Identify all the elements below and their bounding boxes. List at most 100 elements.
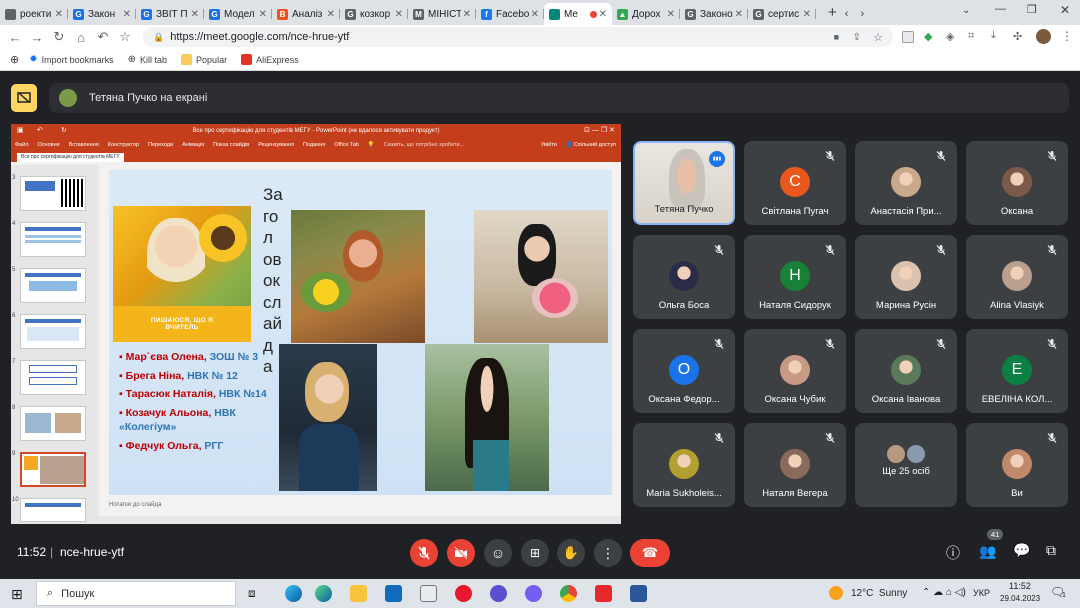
media-icon[interactable]: [490, 585, 507, 602]
participant-tile[interactable]: Оксана: [966, 141, 1068, 225]
tab-close-icon[interactable]: ✕: [803, 9, 811, 20]
minimize-button[interactable]: —: [995, 3, 1006, 15]
participant-tile[interactable]: Ольга Боса: [633, 235, 735, 319]
raise-hand-button[interactable]: ✋: [557, 539, 585, 567]
chat-icon[interactable]: 💬: [1013, 542, 1030, 559]
bookmark-popular[interactable]: Popular: [181, 54, 227, 65]
browser-tab[interactable]: ▲ Дорох ✕: [612, 3, 680, 25]
participant-tile[interactable]: Ви: [966, 423, 1068, 507]
bookmark-import[interactable]: ✹ Import bookmarks: [29, 54, 113, 65]
maximize-button[interactable]: ❐: [1027, 3, 1037, 16]
browser-tab[interactable]: роекти ✕: [0, 3, 68, 25]
edge-icon-2[interactable]: [315, 585, 332, 602]
participant-tile[interactable]: Е ЕВЕЛІНА КОЛ...: [966, 329, 1068, 413]
tab-close-icon[interactable]: ✕: [463, 9, 471, 20]
browser-tab[interactable]: M МІНІСТ ✕: [408, 3, 476, 25]
browser-tab[interactable]: G Закон ✕: [68, 3, 136, 25]
apps-icon[interactable]: ⊕: [10, 53, 19, 66]
mail-icon[interactable]: [385, 585, 402, 602]
home-icon[interactable]: ⌂: [70, 30, 92, 45]
bookmark-star-icon[interactable]: ☆: [114, 29, 136, 45]
tab-close-icon[interactable]: ✕: [191, 9, 199, 20]
camera-off-button[interactable]: [447, 539, 475, 567]
participant-tile[interactable]: Maria Sukholeis...: [633, 423, 735, 507]
more-options-button[interactable]: ⋮: [594, 539, 622, 567]
menu-dots-icon[interactable]: ⋮: [1061, 29, 1073, 43]
taskbar-search[interactable]: ⌕ Пошук: [36, 581, 236, 606]
reload-icon[interactable]: ↻: [48, 29, 70, 45]
participant-tile[interactable]: Марина Русін: [855, 235, 957, 319]
crop-icon[interactable]: ⌗: [968, 30, 974, 43]
extension-1-icon[interactable]: [902, 31, 914, 43]
clock-date[interactable]: 29.04.2023: [1000, 594, 1040, 603]
participant-tile[interactable]: С Світлана Пугач: [744, 141, 846, 225]
antivirus-icon[interactable]: [595, 585, 612, 602]
participant-tile[interactable]: О Оксана Федор...: [633, 329, 735, 413]
store-icon[interactable]: [420, 585, 437, 602]
participant-tile[interactable]: Анастасія При...: [855, 141, 957, 225]
new-tab-button[interactable]: +: [828, 4, 837, 21]
participant-tile[interactable]: Н Наталя Сидорук: [744, 235, 846, 319]
browser-tab[interactable]: G Законо ✕: [680, 3, 748, 25]
bookmark-aliexpress[interactable]: AliExpress: [241, 54, 299, 65]
task-view-icon[interactable]: ⧈: [248, 586, 256, 601]
browser-tab[interactable]: Gкозкор ✕: [340, 3, 408, 25]
clock-time[interactable]: 11:52: [1009, 581, 1031, 591]
edge-icon[interactable]: [285, 585, 302, 602]
windows-start-icon[interactable]: ⊞: [11, 586, 23, 603]
word-icon[interactable]: [630, 585, 647, 602]
share-icon[interactable]: ⇪: [853, 32, 861, 43]
extension-3-icon[interactable]: ◈: [946, 30, 954, 43]
people-button[interactable]: 👥 41: [979, 529, 1004, 560]
puzzle-icon[interactable]: ✣: [1013, 30, 1022, 43]
participant-tile[interactable]: Ще 25 осіб: [855, 423, 957, 507]
weather-text[interactable]: 12°C Sunny: [851, 588, 907, 599]
chrome-icon[interactable]: [560, 585, 577, 602]
browser-tab[interactable]: G ЗВІТ П ✕: [136, 3, 204, 25]
emoji-button[interactable]: ☺: [484, 539, 512, 567]
slide-scrollbar[interactable]: [613, 170, 619, 495]
tab-close-icon[interactable]: ✕: [259, 9, 267, 20]
file-explorer-icon[interactable]: [350, 585, 367, 602]
opera-icon[interactable]: [455, 585, 472, 602]
mic-off-button[interactable]: [410, 539, 438, 567]
browser-tab[interactable]: B Аналіз ✕: [272, 3, 340, 25]
extension-2-icon[interactable]: ◆: [924, 30, 932, 43]
profile-avatar[interactable]: [1036, 29, 1051, 44]
slide-notes[interactable]: Нотатки до слайда: [99, 498, 621, 516]
camera-icon[interactable]: ■: [834, 32, 839, 42]
participant-tile[interactable]: Оксана Іванова: [855, 329, 957, 413]
participant-tile[interactable]: ▮▮▮ Тетяна Пучко: [633, 141, 735, 225]
browser-tab[interactable]: G Модел ✕: [204, 3, 272, 25]
star-icon[interactable]: ☆: [873, 31, 883, 44]
tab-scroll-left-icon[interactable]: ‹: [845, 8, 849, 20]
tray-icons[interactable]: ⌃ ☁ ⌂ ◁): [922, 587, 966, 598]
language-indicator[interactable]: УКР: [973, 588, 990, 598]
tab-close-icon[interactable]: ✕: [55, 9, 63, 20]
forward-icon[interactable]: →: [26, 30, 48, 45]
participant-tile[interactable]: Alina Vlasiyk: [966, 235, 1068, 319]
download-icon[interactable]: ⤓: [991, 29, 996, 42]
back-icon[interactable]: ←: [4, 30, 26, 45]
browser-tab[interactable]: Gсертис ✕: [748, 3, 816, 25]
presentation-icon[interactable]: [11, 84, 37, 112]
browser-tab[interactable]: Me ✕: [544, 3, 612, 25]
weather-icon[interactable]: [829, 586, 843, 600]
viber-icon[interactable]: [525, 585, 542, 602]
close-window-button[interactable]: ✕: [1060, 3, 1070, 17]
participant-tile[interactable]: Наталя Вегера: [744, 423, 846, 507]
participant-tile[interactable]: Оксана Чубик: [744, 329, 846, 413]
info-icon[interactable]: ⓘ: [946, 543, 960, 563]
tab-close-icon[interactable]: ✕: [667, 9, 675, 20]
tab-close-icon[interactable]: ✕: [395, 9, 403, 20]
tab-close-icon[interactable]: ✕: [123, 9, 131, 20]
activities-icon[interactable]: ⧉: [1046, 542, 1056, 559]
leave-call-button[interactable]: ☎: [630, 539, 670, 567]
present-button[interactable]: ⊞: [521, 539, 549, 567]
tab-close-icon[interactable]: ✕: [327, 9, 335, 20]
undo-icon[interactable]: ↶: [92, 29, 114, 45]
tab-search-icon[interactable]: ⌄: [962, 5, 970, 16]
bookmark-kill-tab[interactable]: ⊕ Kill tab: [128, 54, 167, 65]
tab-close-icon[interactable]: ✕: [735, 9, 743, 20]
tab-close-icon[interactable]: ✕: [531, 9, 539, 20]
